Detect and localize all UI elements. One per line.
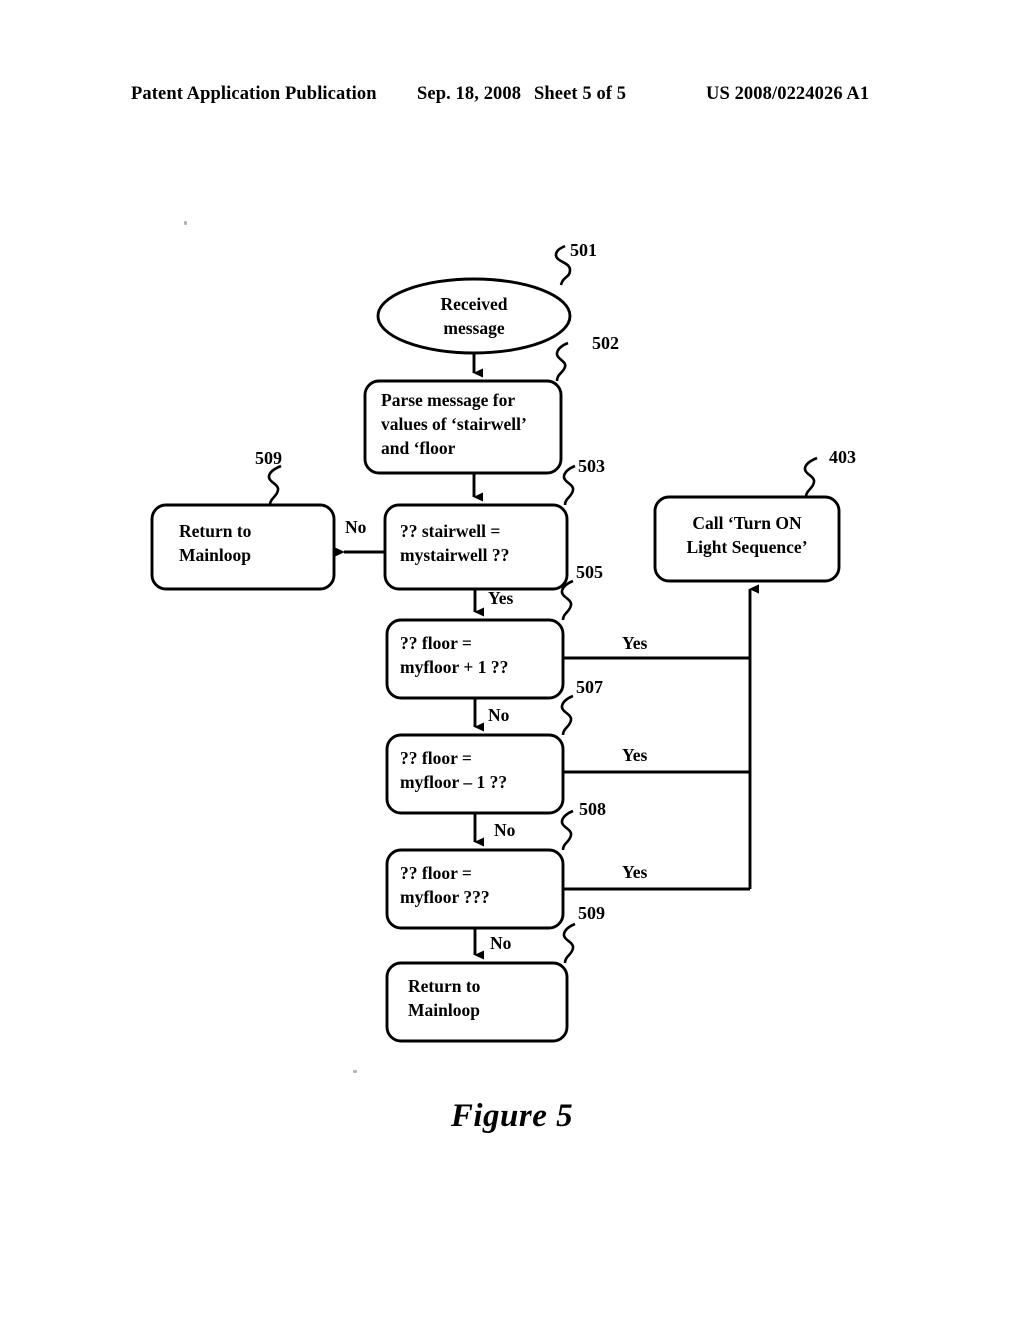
scan-artifact-speck-lower <box>353 1070 357 1073</box>
edge-label-floor-equal-no: No <box>490 933 512 953</box>
reference-numeral-501: 501 <box>570 240 597 260</box>
edge-label-floor-minus-yes: Yes <box>622 745 648 765</box>
leader-line-505 <box>560 579 574 621</box>
edge-label-floor-equal-yes: Yes <box>622 862 648 882</box>
leader-line-502 <box>555 341 569 382</box>
node-label-return-top: Return to Mainloop <box>179 521 252 565</box>
leader-line-509-bottom <box>562 922 576 964</box>
reference-numeral-503: 503 <box>578 456 605 476</box>
leader-line-507 <box>560 694 574 736</box>
reference-numeral-508: 508 <box>579 799 606 819</box>
reference-numeral-509-top: 509 <box>255 448 282 468</box>
node-label-stairwell: ?? stairwell = mystairwell ?? <box>400 521 510 565</box>
node-label-parse: Parse message for values of ‘stairwell’ … <box>381 390 527 458</box>
edge-label-floor-plus-yes: Yes <box>622 633 648 653</box>
reference-numeral-502: 502 <box>592 333 619 353</box>
node-label-return-bottom: Return to Mainloop <box>408 976 481 1020</box>
leader-line-503 <box>562 464 576 506</box>
leader-line-508 <box>560 809 574 851</box>
reference-numeral-403: 403 <box>829 447 856 467</box>
node-label-floor-plus: ?? floor = myfloor + 1 ?? <box>400 633 509 677</box>
reference-numeral-507: 507 <box>576 677 603 697</box>
node-label-call-on: Call ‘Turn ON Light Sequence’ <box>686 513 808 557</box>
edge-label-floor-plus-no: No <box>488 705 510 725</box>
node-label-floor-minus: ?? floor = myfloor – 1 ?? <box>400 748 508 792</box>
node-label-start: Received message <box>440 294 508 338</box>
figure-caption: Figure 5 <box>450 1098 574 1134</box>
leader-line-501 <box>554 244 572 286</box>
edge-label-stairwell-no: No <box>345 517 367 537</box>
leader-line-403 <box>803 456 818 498</box>
scan-artifact-speck <box>184 221 187 225</box>
leader-line-509-top <box>267 464 282 506</box>
reference-numeral-505: 505 <box>576 562 603 582</box>
edge-label-floor-minus-no: No <box>494 820 516 840</box>
edge-label-stairwell-yes: Yes <box>488 588 514 608</box>
reference-numeral-509-bottom: 509 <box>578 903 605 923</box>
node-label-floor-equal: ?? floor = myfloor ??? <box>400 863 490 907</box>
